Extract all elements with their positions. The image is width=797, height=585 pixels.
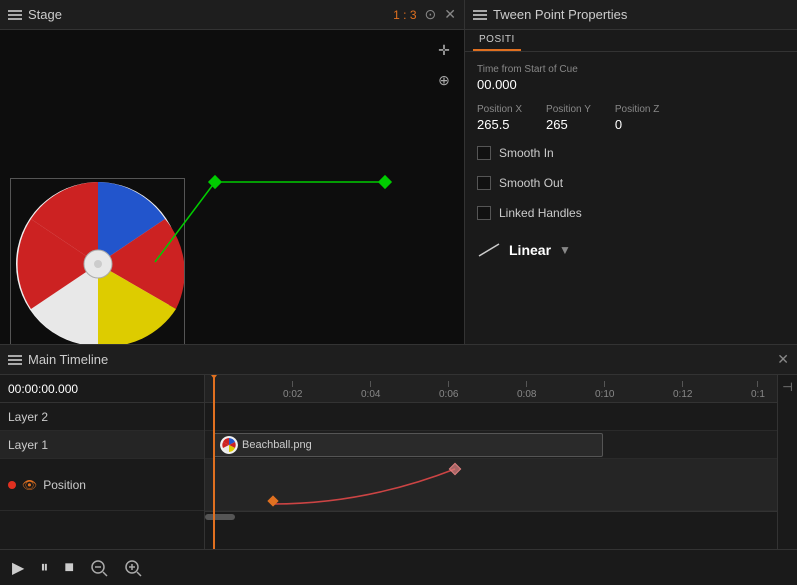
interpolation-row: Linear ▼ bbox=[477, 242, 785, 258]
layer1-track: Beachball.png bbox=[205, 431, 777, 459]
position-y-field: Position Y 265 bbox=[546, 104, 591, 132]
position-z-value: 0 bbox=[615, 117, 659, 132]
properties-panel: Tween Point Properties POSITI Time from … bbox=[465, 0, 797, 344]
props-tab-bar: POSITI bbox=[465, 30, 797, 52]
timeline-footer: ▶ ⏸ ■ bbox=[0, 549, 797, 585]
stage-panel: Stage 1 : 3 ⊙ ✕ bbox=[0, 0, 465, 344]
timeline-close-button[interactable]: ✕ bbox=[777, 351, 789, 368]
eye-icon[interactable]: 👁 bbox=[22, 478, 37, 492]
scrollbar-thumb[interactable] bbox=[205, 514, 235, 520]
props-menu-icon[interactable] bbox=[473, 10, 487, 20]
timeline-ruler: 0:02 0:04 0:06 0:08 0:10 0:12 0:1 bbox=[205, 375, 777, 403]
zoom-in-button[interactable]: ⊕ bbox=[432, 68, 456, 92]
props-title: Tween Point Properties bbox=[493, 7, 627, 22]
timeline-tracks: 0:02 0:04 0:06 0:08 0:10 0:12 0:1 bbox=[205, 375, 777, 549]
linked-handles-label: Linked Handles bbox=[499, 206, 582, 220]
smooth-in-row: Smooth In bbox=[477, 146, 785, 160]
tab-position[interactable]: POSITI bbox=[473, 30, 521, 51]
linear-interpolation-icon bbox=[477, 242, 501, 258]
zoom-in-icon bbox=[124, 559, 142, 577]
smooth-in-checkbox[interactable] bbox=[477, 146, 491, 160]
stage-header: Stage 1 : 3 ⊙ ✕ bbox=[0, 0, 464, 30]
zoom-in-button[interactable] bbox=[120, 557, 146, 579]
position-label: Position bbox=[43, 478, 86, 492]
position-z-label: Position Z bbox=[615, 104, 659, 115]
ruler-mark-008: 0:08 bbox=[517, 381, 536, 400]
pause-button[interactable]: ⏸ bbox=[36, 557, 52, 579]
linked-handles-checkbox[interactable] bbox=[477, 206, 491, 220]
layer1-label[interactable]: Layer 1 bbox=[0, 431, 204, 459]
position-fields-row: Position X 265.5 Position Y 265 Position… bbox=[477, 104, 785, 132]
stage-canvas: ✛ ⊕ bbox=[0, 30, 464, 344]
timeline-scrollbar[interactable] bbox=[205, 511, 777, 521]
zoom-out-button[interactable] bbox=[86, 557, 112, 579]
stage-controls: ✛ ⊕ bbox=[432, 38, 456, 92]
stage-menu-icon[interactable] bbox=[8, 10, 22, 20]
timeline-body: 00:00:00.000 Layer 2 Layer 1 👁 Position … bbox=[0, 375, 797, 549]
stage-header-left: Stage bbox=[8, 7, 62, 22]
timeline-header: Main Timeline ✕ bbox=[0, 345, 797, 375]
stop-button[interactable]: ■ bbox=[60, 557, 78, 579]
chevron-down-icon: ▼ bbox=[559, 243, 571, 257]
timeline-section: Main Timeline ✕ 00:00:00.000 Layer 2 Lay… bbox=[0, 345, 797, 585]
time-from-start-label: Time from Start of Cue bbox=[477, 64, 785, 75]
zoom-out-icon bbox=[90, 559, 108, 577]
history-icon[interactable]: ⊙ bbox=[425, 6, 437, 23]
position-track bbox=[205, 459, 777, 511]
clip-name: Beachball.png bbox=[242, 439, 312, 451]
position-x-field: Position X 265.5 bbox=[477, 104, 522, 132]
position-x-label: Position X bbox=[477, 104, 522, 115]
motion-path bbox=[0, 30, 464, 344]
position-y-value: 265 bbox=[546, 117, 591, 132]
record-dot-icon bbox=[8, 481, 16, 489]
timeline-header-left: Main Timeline bbox=[8, 352, 108, 367]
beachball-clip[interactable]: Beachball.png bbox=[213, 433, 603, 457]
timeline-title: Main Timeline bbox=[28, 352, 108, 367]
jump-to-end-icon[interactable]: ⊣ bbox=[782, 380, 792, 394]
ruler-mark-012: 0:12 bbox=[673, 381, 692, 400]
timeline-end-jump[interactable]: ⊣ bbox=[777, 375, 797, 549]
timecode-display: 00:00:00.000 bbox=[0, 375, 204, 403]
smooth-out-label: Smooth Out bbox=[499, 176, 563, 190]
playhead-triangle bbox=[208, 375, 220, 379]
stage-time-display: 1 : 3 bbox=[393, 8, 416, 22]
time-from-start-field: Time from Start of Cue 00.000 bbox=[477, 64, 785, 92]
ruler-mark-004: 0:04 bbox=[361, 381, 380, 400]
props-content: Time from Start of Cue 00.000 Position X… bbox=[465, 52, 797, 270]
stage-header-right: 1 : 3 ⊙ ✕ bbox=[393, 6, 456, 23]
playhead[interactable] bbox=[213, 375, 215, 549]
timeline-labels: 00:00:00.000 Layer 2 Layer 1 👁 Position bbox=[0, 375, 205, 549]
interpolation-label: Linear bbox=[509, 242, 551, 258]
position-z-field: Position Z 0 bbox=[615, 104, 659, 132]
stage-close-button[interactable]: ✕ bbox=[444, 6, 456, 23]
props-header: Tween Point Properties bbox=[465, 0, 797, 30]
smooth-out-checkbox[interactable] bbox=[477, 176, 491, 190]
stage-title: Stage bbox=[28, 7, 62, 22]
time-from-start-value: 00.000 bbox=[477, 77, 785, 92]
smooth-in-label: Smooth In bbox=[499, 146, 554, 160]
timeline-menu-icon[interactable] bbox=[8, 355, 22, 365]
position-x-value: 265.5 bbox=[477, 117, 522, 132]
move-tool-button[interactable]: ✛ bbox=[432, 38, 456, 62]
linked-handles-row: Linked Handles bbox=[477, 206, 785, 220]
position-property-label: 👁 Position bbox=[0, 459, 204, 511]
clip-thumbnail bbox=[220, 436, 238, 454]
ruler-mark-002: 0:02 bbox=[283, 381, 302, 400]
ruler-mark-006: 0:06 bbox=[439, 381, 458, 400]
interpolation-dropdown[interactable]: Linear ▼ bbox=[509, 242, 571, 258]
layer2-label[interactable]: Layer 2 bbox=[0, 403, 204, 431]
ruler-mark-010: 0:10 bbox=[595, 381, 614, 400]
layer2-track bbox=[205, 403, 777, 431]
ruler-mark-014: 0:1 bbox=[751, 381, 765, 400]
smooth-out-row: Smooth Out bbox=[477, 176, 785, 190]
position-y-label: Position Y bbox=[546, 104, 591, 115]
play-button[interactable]: ▶ bbox=[8, 556, 28, 580]
